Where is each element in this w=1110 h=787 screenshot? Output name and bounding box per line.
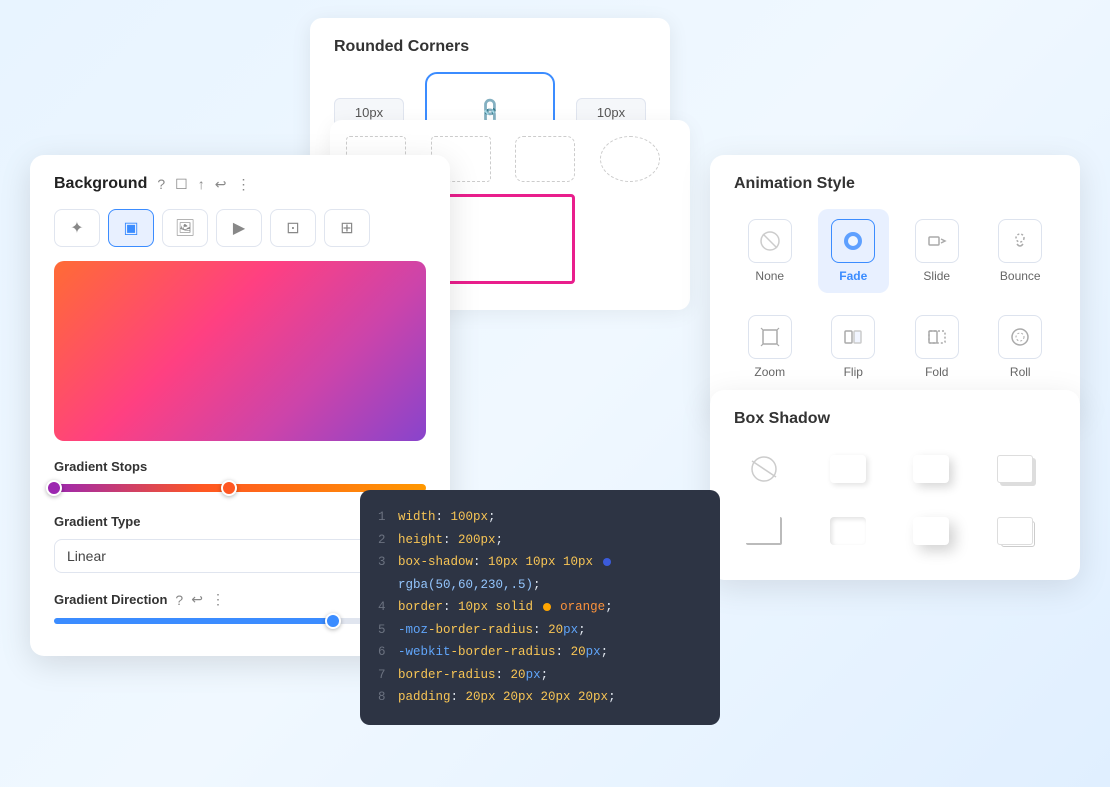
shadow-outline-item[interactable]	[985, 506, 1045, 556]
help-icon[interactable]: ?	[157, 176, 165, 192]
anim-fold-icon	[915, 315, 959, 359]
shadow-flat-preview	[997, 455, 1033, 483]
direction-undo-icon[interactable]: ↩	[191, 591, 203, 608]
animation-title: Animation Style	[734, 175, 1056, 193]
gradient-stops-label: Gradient Stops	[54, 459, 426, 474]
anim-zoom-label: Zoom	[754, 365, 785, 379]
tab-video[interactable]: ▶	[216, 209, 262, 247]
gradient-direction-label: Gradient Direction	[54, 592, 167, 607]
code-line-3: 3 box-shadow: 10px 10px 10px rgba(50,60,…	[378, 551, 702, 596]
anim-slide-label: Slide	[923, 269, 950, 283]
shadow-inset-preview	[830, 517, 866, 545]
anim-none-label: None	[755, 269, 784, 283]
anim-none[interactable]: None	[734, 209, 806, 293]
anim-fold-label: Fold	[925, 365, 948, 379]
background-title: Background	[54, 175, 147, 193]
shadow-outline-preview	[997, 517, 1033, 545]
shadow-corner-preview	[746, 517, 782, 545]
shadow-corner-item[interactable]	[734, 506, 794, 556]
shadow-sm-preview	[830, 455, 866, 483]
anim-bounce-icon	[998, 219, 1042, 263]
anim-slide-icon	[915, 219, 959, 263]
shape-rounded-md[interactable]	[515, 136, 575, 182]
anim-fade[interactable]: Fade	[818, 209, 890, 293]
anim-fold[interactable]: Fold	[901, 305, 973, 389]
code-line-5: 5 -moz-border-radius: 20px;	[378, 619, 702, 642]
shadow-lg-item[interactable]	[901, 506, 961, 556]
shadow-flat-item[interactable]	[985, 444, 1045, 494]
background-panel-header: Background ? ☐ ↑ ↩ ⋮	[54, 175, 426, 193]
pointer-icon[interactable]: ↑	[198, 176, 205, 192]
anim-zoom[interactable]: Zoom	[734, 305, 806, 389]
anim-fade-icon	[831, 219, 875, 263]
code-line-1: 1 width: 100px;	[378, 506, 702, 529]
direction-more-icon[interactable]: ⋮	[211, 591, 225, 608]
anim-bounce[interactable]: Bounce	[985, 209, 1057, 293]
more-icon[interactable]: ⋮	[236, 176, 250, 193]
gradient-preview	[54, 261, 426, 441]
shadow-lg-preview	[913, 517, 949, 545]
tab-gradient[interactable]: ▣	[108, 209, 154, 247]
anim-roll-icon	[998, 315, 1042, 359]
code-line-2: 2 height: 200px;	[378, 529, 702, 552]
shape-circle[interactable]	[600, 136, 660, 182]
anim-none-icon	[748, 219, 792, 263]
code-tooltip: 1 width: 100px; 2 height: 200px; 3 box-s…	[360, 490, 720, 725]
animation-panel: Animation Style None Fade Slide Bounce	[710, 155, 1080, 413]
anim-flip-icon	[831, 315, 875, 359]
code-line-8: 8 padding: 20px 20px 20px 20px;	[378, 686, 702, 709]
gradient-stop-orange[interactable]	[221, 480, 237, 496]
shadow-md-preview	[913, 455, 949, 483]
shadow-md-item[interactable]	[901, 444, 961, 494]
animation-grid: None Fade Slide Bounce Zoom	[734, 209, 1056, 389]
anim-slide[interactable]: Slide	[901, 209, 973, 293]
rounded-corners-title: Rounded Corners	[334, 38, 646, 56]
gradient-stop-purple[interactable]	[46, 480, 62, 496]
tab-pattern[interactable]: ⊡	[270, 209, 316, 247]
box-shadow-panel: Box Shadow	[710, 390, 1080, 580]
anim-roll-label: Roll	[1010, 365, 1031, 379]
background-type-tabs: ✦ ▣ 🖼 ▶ ⊡ ⊞	[54, 209, 426, 247]
box-shadow-title: Box Shadow	[734, 410, 1056, 428]
shadow-inset-item[interactable]	[818, 506, 878, 556]
code-line-4: 4 border: 10px solid orange;	[378, 596, 702, 619]
anim-zoom-icon	[748, 315, 792, 359]
anim-flip[interactable]: Flip	[818, 305, 890, 389]
shadow-sm-item[interactable]	[818, 444, 878, 494]
code-line-7: 7 border-radius: 20px;	[378, 664, 702, 687]
gradient-direction-handle[interactable]	[325, 613, 341, 629]
tab-more[interactable]: ⊞	[324, 209, 370, 247]
undo-icon[interactable]: ↩	[215, 176, 227, 193]
anim-fade-label: Fade	[839, 269, 867, 283]
tab-solid[interactable]: ✦	[54, 209, 100, 247]
tab-image[interactable]: 🖼	[162, 209, 208, 247]
code-line-6: 6 -webkit-border-radius: 20px;	[378, 641, 702, 664]
anim-bounce-label: Bounce	[1000, 269, 1041, 283]
gradient-direction-fill	[54, 618, 333, 624]
shadow-none-item[interactable]	[734, 444, 794, 494]
pink-rect-preview	[445, 194, 575, 284]
anim-roll[interactable]: Roll	[985, 305, 1057, 389]
shadow-grid	[734, 444, 1056, 556]
anim-flip-label: Flip	[844, 365, 863, 379]
device-icon[interactable]: ☐	[175, 176, 188, 193]
direction-help-icon[interactable]: ?	[175, 592, 183, 608]
